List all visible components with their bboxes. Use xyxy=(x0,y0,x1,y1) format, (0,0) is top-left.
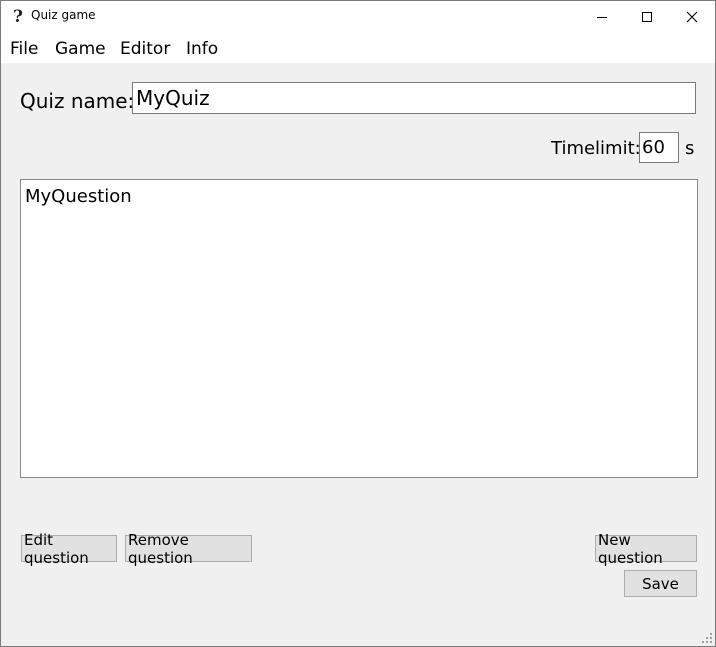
timelimit-unit-label: s xyxy=(685,138,695,159)
close-button[interactable] xyxy=(669,1,715,32)
menu-editor[interactable]: Editor xyxy=(120,39,170,59)
app-window: ? Quiz game File Game Editor Info Quiz n… xyxy=(0,0,716,647)
list-item[interactable]: MyQuestion xyxy=(25,186,132,207)
quiz-name-label: Quiz name: xyxy=(20,89,135,113)
timelimit-input[interactable] xyxy=(639,132,679,163)
menu-file[interactable]: File xyxy=(10,39,38,59)
title-bar[interactable]: ? Quiz game xyxy=(1,1,715,32)
minimize-icon xyxy=(597,16,607,18)
menu-info[interactable]: Info xyxy=(186,39,218,59)
new-question-button[interactable]: New question xyxy=(595,531,697,567)
menu-bar: File Game Editor Info xyxy=(1,32,715,63)
menu-game[interactable]: Game xyxy=(55,39,106,59)
question-mark-icon: ? xyxy=(13,7,23,27)
window-title: Quiz game xyxy=(31,8,96,22)
timelimit-label: Timelimit: xyxy=(551,138,641,159)
remove-question-button[interactable]: Remove question xyxy=(125,531,252,567)
resize-grip-icon[interactable] xyxy=(701,632,713,644)
edit-question-button[interactable]: Edit question xyxy=(21,531,117,567)
close-icon xyxy=(686,11,698,22)
minimize-button[interactable] xyxy=(579,1,625,32)
save-button[interactable]: Save xyxy=(624,570,697,597)
quiz-name-input[interactable] xyxy=(132,82,696,114)
question-list[interactable]: MyQuestion xyxy=(20,179,698,478)
maximize-button[interactable] xyxy=(624,1,670,32)
maximize-icon xyxy=(642,11,652,22)
